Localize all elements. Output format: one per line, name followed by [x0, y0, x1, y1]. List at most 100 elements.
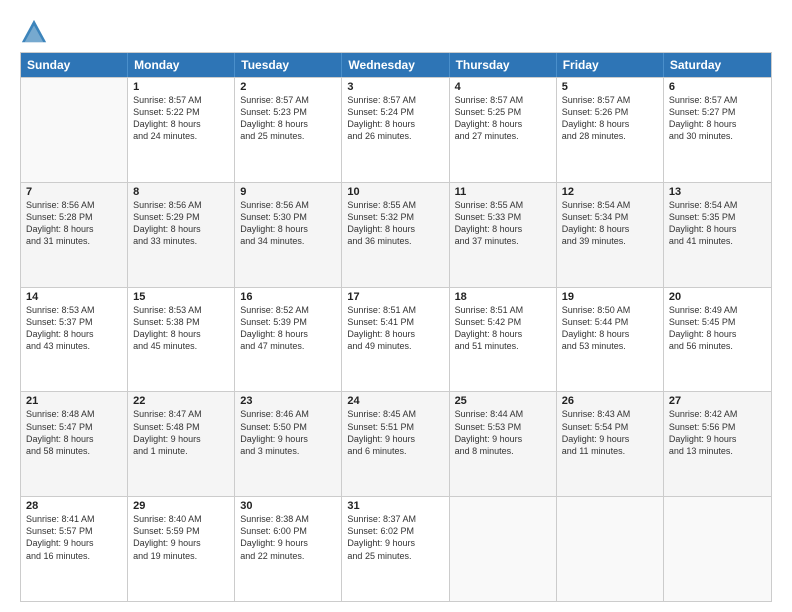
header-day-monday: Monday: [128, 53, 235, 77]
cell-info: Sunrise: 8:44 AM Sunset: 5:53 PM Dayligh…: [455, 408, 551, 457]
calendar-cell: 17Sunrise: 8:51 AM Sunset: 5:41 PM Dayli…: [342, 288, 449, 392]
day-number: 25: [455, 395, 551, 407]
day-number: 31: [347, 500, 443, 512]
cell-info: Sunrise: 8:51 AM Sunset: 5:41 PM Dayligh…: [347, 304, 443, 353]
calendar-row-1: 1Sunrise: 8:57 AM Sunset: 5:22 PM Daylig…: [21, 77, 771, 182]
calendar-cell: 26Sunrise: 8:43 AM Sunset: 5:54 PM Dayli…: [557, 392, 664, 496]
cell-info: Sunrise: 8:57 AM Sunset: 5:25 PM Dayligh…: [455, 94, 551, 143]
cell-info: Sunrise: 8:57 AM Sunset: 5:24 PM Dayligh…: [347, 94, 443, 143]
calendar-cell: 23Sunrise: 8:46 AM Sunset: 5:50 PM Dayli…: [235, 392, 342, 496]
cell-info: Sunrise: 8:37 AM Sunset: 6:02 PM Dayligh…: [347, 513, 443, 562]
day-number: 1: [133, 81, 229, 93]
cell-info: Sunrise: 8:53 AM Sunset: 5:38 PM Dayligh…: [133, 304, 229, 353]
cell-info: Sunrise: 8:56 AM Sunset: 5:30 PM Dayligh…: [240, 199, 336, 248]
day-number: 20: [669, 291, 766, 303]
header-day-sunday: Sunday: [21, 53, 128, 77]
calendar-cell: 25Sunrise: 8:44 AM Sunset: 5:53 PM Dayli…: [450, 392, 557, 496]
calendar-cell: 4Sunrise: 8:57 AM Sunset: 5:25 PM Daylig…: [450, 78, 557, 182]
cell-info: Sunrise: 8:48 AM Sunset: 5:47 PM Dayligh…: [26, 408, 122, 457]
cell-info: Sunrise: 8:38 AM Sunset: 6:00 PM Dayligh…: [240, 513, 336, 562]
cell-info: Sunrise: 8:42 AM Sunset: 5:56 PM Dayligh…: [669, 408, 766, 457]
cell-info: Sunrise: 8:49 AM Sunset: 5:45 PM Dayligh…: [669, 304, 766, 353]
calendar-cell: 29Sunrise: 8:40 AM Sunset: 5:59 PM Dayli…: [128, 497, 235, 601]
calendar-cell: 14Sunrise: 8:53 AM Sunset: 5:37 PM Dayli…: [21, 288, 128, 392]
day-number: 29: [133, 500, 229, 512]
calendar-cell: 16Sunrise: 8:52 AM Sunset: 5:39 PM Dayli…: [235, 288, 342, 392]
calendar-cell: 11Sunrise: 8:55 AM Sunset: 5:33 PM Dayli…: [450, 183, 557, 287]
cell-info: Sunrise: 8:45 AM Sunset: 5:51 PM Dayligh…: [347, 408, 443, 457]
day-number: 3: [347, 81, 443, 93]
day-number: 28: [26, 500, 122, 512]
calendar-cell: 3Sunrise: 8:57 AM Sunset: 5:24 PM Daylig…: [342, 78, 449, 182]
calendar-cell: 9Sunrise: 8:56 AM Sunset: 5:30 PM Daylig…: [235, 183, 342, 287]
day-number: 14: [26, 291, 122, 303]
calendar-cell: 22Sunrise: 8:47 AM Sunset: 5:48 PM Dayli…: [128, 392, 235, 496]
day-number: 12: [562, 186, 658, 198]
calendar-cell: 28Sunrise: 8:41 AM Sunset: 5:57 PM Dayli…: [21, 497, 128, 601]
cell-info: Sunrise: 8:54 AM Sunset: 5:35 PM Dayligh…: [669, 199, 766, 248]
cell-info: Sunrise: 8:52 AM Sunset: 5:39 PM Dayligh…: [240, 304, 336, 353]
day-number: 4: [455, 81, 551, 93]
calendar-cell: [21, 78, 128, 182]
day-number: 27: [669, 395, 766, 407]
calendar-cell: [557, 497, 664, 601]
calendar-cell: 6Sunrise: 8:57 AM Sunset: 5:27 PM Daylig…: [664, 78, 771, 182]
cell-info: Sunrise: 8:55 AM Sunset: 5:32 PM Dayligh…: [347, 199, 443, 248]
cell-info: Sunrise: 8:51 AM Sunset: 5:42 PM Dayligh…: [455, 304, 551, 353]
day-number: 11: [455, 186, 551, 198]
day-number: 17: [347, 291, 443, 303]
calendar-row-5: 28Sunrise: 8:41 AM Sunset: 5:57 PM Dayli…: [21, 496, 771, 601]
day-number: 6: [669, 81, 766, 93]
cell-info: Sunrise: 8:53 AM Sunset: 5:37 PM Dayligh…: [26, 304, 122, 353]
top-section: [20, 18, 772, 46]
day-number: 7: [26, 186, 122, 198]
calendar-cell: [450, 497, 557, 601]
calendar-cell: 8Sunrise: 8:56 AM Sunset: 5:29 PM Daylig…: [128, 183, 235, 287]
day-number: 5: [562, 81, 658, 93]
day-number: 30: [240, 500, 336, 512]
logo: [20, 18, 52, 46]
calendar-cell: 31Sunrise: 8:37 AM Sunset: 6:02 PM Dayli…: [342, 497, 449, 601]
calendar-row-4: 21Sunrise: 8:48 AM Sunset: 5:47 PM Dayli…: [21, 391, 771, 496]
day-number: 10: [347, 186, 443, 198]
calendar-cell: 13Sunrise: 8:54 AM Sunset: 5:35 PM Dayli…: [664, 183, 771, 287]
calendar-cell: [664, 497, 771, 601]
calendar-cell: 24Sunrise: 8:45 AM Sunset: 5:51 PM Dayli…: [342, 392, 449, 496]
cell-info: Sunrise: 8:56 AM Sunset: 5:29 PM Dayligh…: [133, 199, 229, 248]
calendar-cell: 27Sunrise: 8:42 AM Sunset: 5:56 PM Dayli…: [664, 392, 771, 496]
day-number: 9: [240, 186, 336, 198]
calendar-cell: 15Sunrise: 8:53 AM Sunset: 5:38 PM Dayli…: [128, 288, 235, 392]
cell-info: Sunrise: 8:57 AM Sunset: 5:22 PM Dayligh…: [133, 94, 229, 143]
cell-info: Sunrise: 8:41 AM Sunset: 5:57 PM Dayligh…: [26, 513, 122, 562]
calendar-cell: 30Sunrise: 8:38 AM Sunset: 6:00 PM Dayli…: [235, 497, 342, 601]
day-number: 16: [240, 291, 336, 303]
cell-info: Sunrise: 8:40 AM Sunset: 5:59 PM Dayligh…: [133, 513, 229, 562]
day-number: 15: [133, 291, 229, 303]
cell-info: Sunrise: 8:56 AM Sunset: 5:28 PM Dayligh…: [26, 199, 122, 248]
day-number: 13: [669, 186, 766, 198]
header-day-thursday: Thursday: [450, 53, 557, 77]
cell-info: Sunrise: 8:55 AM Sunset: 5:33 PM Dayligh…: [455, 199, 551, 248]
calendar-cell: 2Sunrise: 8:57 AM Sunset: 5:23 PM Daylig…: [235, 78, 342, 182]
calendar-cell: 18Sunrise: 8:51 AM Sunset: 5:42 PM Dayli…: [450, 288, 557, 392]
calendar-row-2: 7Sunrise: 8:56 AM Sunset: 5:28 PM Daylig…: [21, 182, 771, 287]
day-number: 21: [26, 395, 122, 407]
day-number: 22: [133, 395, 229, 407]
logo-icon: [20, 18, 48, 46]
calendar-cell: 21Sunrise: 8:48 AM Sunset: 5:47 PM Dayli…: [21, 392, 128, 496]
calendar-header: SundayMondayTuesdayWednesdayThursdayFrid…: [21, 53, 771, 77]
cell-info: Sunrise: 8:43 AM Sunset: 5:54 PM Dayligh…: [562, 408, 658, 457]
header-day-saturday: Saturday: [664, 53, 771, 77]
header-day-wednesday: Wednesday: [342, 53, 449, 77]
calendar-cell: 7Sunrise: 8:56 AM Sunset: 5:28 PM Daylig…: [21, 183, 128, 287]
day-number: 23: [240, 395, 336, 407]
cell-info: Sunrise: 8:57 AM Sunset: 5:27 PM Dayligh…: [669, 94, 766, 143]
cell-info: Sunrise: 8:50 AM Sunset: 5:44 PM Dayligh…: [562, 304, 658, 353]
calendar-row-3: 14Sunrise: 8:53 AM Sunset: 5:37 PM Dayli…: [21, 287, 771, 392]
header-day-friday: Friday: [557, 53, 664, 77]
calendar: SundayMondayTuesdayWednesdayThursdayFrid…: [20, 52, 772, 602]
calendar-cell: 20Sunrise: 8:49 AM Sunset: 5:45 PM Dayli…: [664, 288, 771, 392]
day-number: 24: [347, 395, 443, 407]
header-day-tuesday: Tuesday: [235, 53, 342, 77]
day-number: 8: [133, 186, 229, 198]
